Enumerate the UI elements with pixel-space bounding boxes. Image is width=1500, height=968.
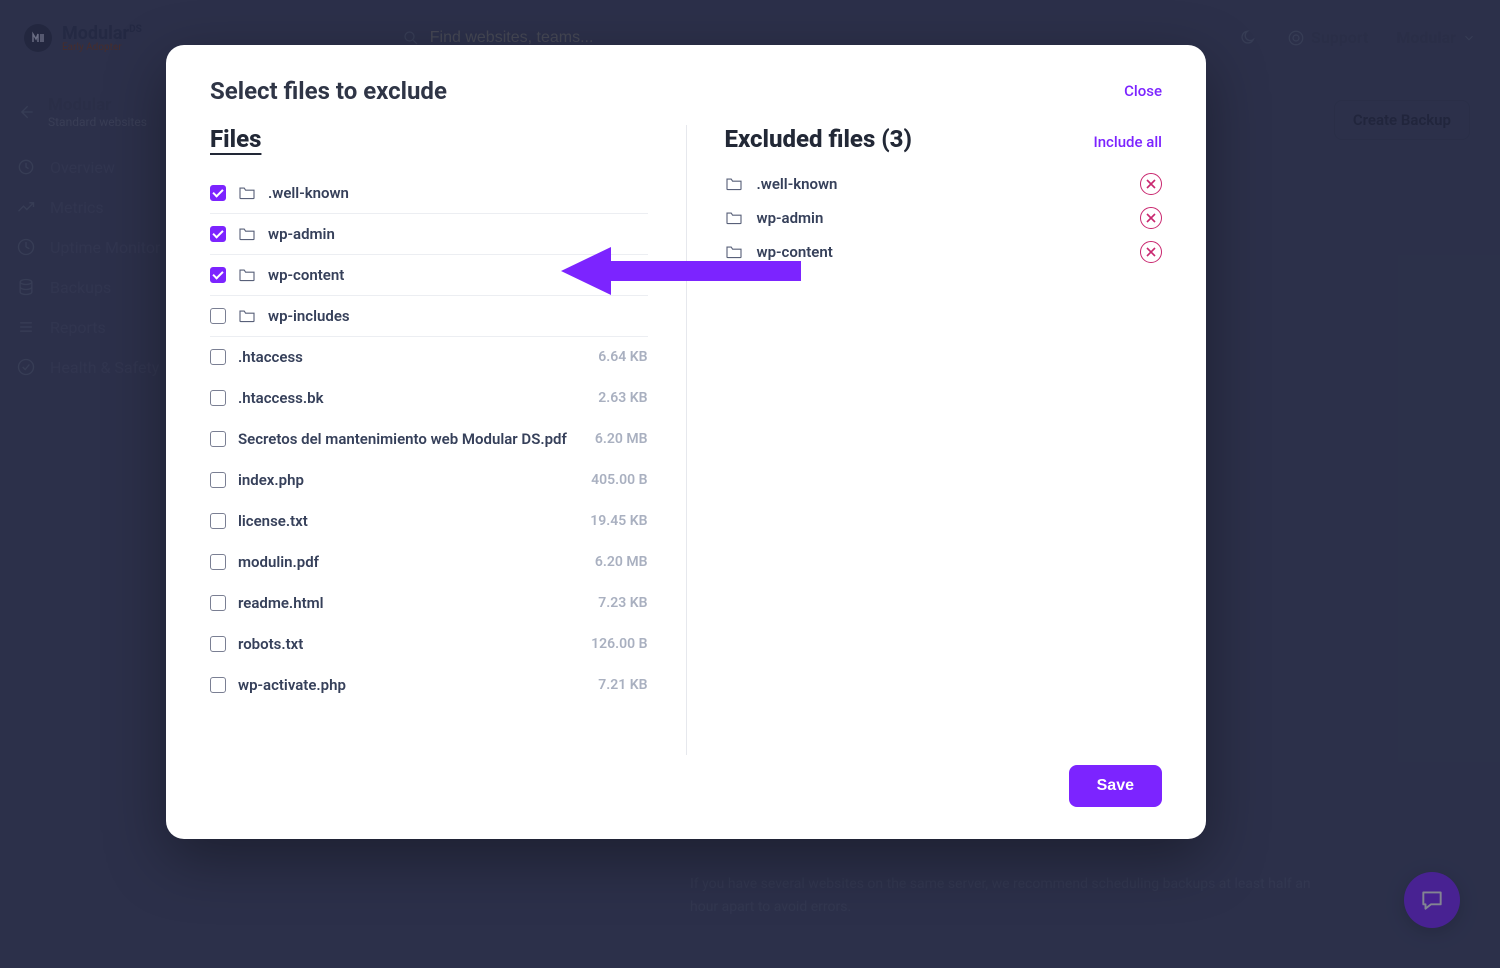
file-size: 19.45 KB — [590, 513, 647, 529]
excluded-name: wp-content — [757, 243, 1127, 261]
file-row[interactable]: readme.html 7.23 KB — [210, 583, 648, 624]
file-name: robots.txt — [238, 635, 579, 653]
file-name: wp-includes — [268, 307, 648, 325]
checkbox[interactable] — [210, 308, 226, 324]
file-size: 7.21 KB — [598, 677, 647, 693]
excluded-heading: Excluded files (3) — [725, 125, 912, 153]
checkbox[interactable] — [210, 390, 226, 406]
folder-icon — [238, 309, 256, 323]
checkbox[interactable] — [210, 513, 226, 529]
excluded-row: wp-admin — [725, 207, 1163, 229]
file-row[interactable]: .htaccess.bk 2.63 KB — [210, 378, 648, 419]
file-row[interactable]: modulin.pdf 6.20 MB — [210, 542, 648, 583]
file-row[interactable]: wp-admin — [210, 214, 648, 255]
file-row[interactable]: .htaccess 6.64 KB — [210, 337, 648, 378]
file-name: .htaccess — [238, 348, 586, 366]
checkbox[interactable] — [210, 554, 226, 570]
file-row[interactable]: wp-includes — [210, 296, 648, 337]
file-size: 2.63 KB — [598, 390, 647, 406]
file-name: wp-content — [268, 266, 648, 284]
file-name: license.txt — [238, 512, 578, 530]
file-name: .htaccess.bk — [238, 389, 586, 407]
checkbox[interactable] — [210, 636, 226, 652]
close-button[interactable]: Close — [1124, 82, 1162, 100]
file-name: wp-admin — [268, 225, 648, 243]
folder-icon — [725, 177, 743, 191]
remove-excluded-button[interactable] — [1140, 207, 1162, 229]
excluded-panel: Excluded files (3) Include all .well-kno… — [687, 125, 1163, 755]
excluded-row: wp-content — [725, 241, 1163, 263]
excluded-name: .well-known — [757, 175, 1127, 193]
file-name: .well-known — [268, 184, 648, 202]
checkbox[interactable] — [210, 226, 226, 242]
file-size: 405.00 B — [591, 472, 647, 488]
file-row[interactable]: index.php 405.00 B — [210, 460, 648, 501]
folder-icon — [238, 227, 256, 241]
file-size: 126.00 B — [591, 636, 647, 652]
checkbox[interactable] — [210, 431, 226, 447]
file-size: 6.64 KB — [598, 349, 647, 365]
file-name: Secretos del mantenimiento web Modular D… — [238, 430, 583, 448]
modal-title: Select files to exclude — [210, 77, 447, 105]
save-button[interactable]: Save — [1069, 765, 1162, 807]
remove-excluded-button[interactable] — [1140, 241, 1162, 263]
folder-icon — [238, 186, 256, 200]
exclude-files-modal: Select files to exclude Close Files .wel… — [166, 45, 1206, 839]
file-row[interactable]: robots.txt 126.00 B — [210, 624, 648, 665]
files-heading: Files — [210, 125, 261, 153]
checkbox[interactable] — [210, 349, 226, 365]
checkbox[interactable] — [210, 472, 226, 488]
checkbox[interactable] — [210, 185, 226, 201]
file-name: wp-activate.php — [238, 676, 586, 694]
file-row[interactable]: Secretos del mantenimiento web Modular D… — [210, 419, 648, 460]
file-size: 7.23 KB — [598, 595, 647, 611]
excluded-row: .well-known — [725, 173, 1163, 195]
files-panel: Files .well-known wp-admin wp-content wp-in… — [210, 125, 687, 755]
file-name: index.php — [238, 471, 579, 489]
file-size: 6.20 MB — [595, 431, 648, 447]
checkbox[interactable] — [210, 267, 226, 283]
checkbox[interactable] — [210, 595, 226, 611]
folder-icon — [725, 245, 743, 259]
file-row[interactable]: .well-known — [210, 173, 648, 214]
file-size: 6.20 MB — [595, 554, 648, 570]
file-name: readme.html — [238, 594, 586, 612]
file-row[interactable]: license.txt 19.45 KB — [210, 501, 648, 542]
checkbox[interactable] — [210, 677, 226, 693]
excluded-name: wp-admin — [757, 209, 1127, 227]
file-name: modulin.pdf — [238, 553, 583, 571]
remove-excluded-button[interactable] — [1140, 173, 1162, 195]
folder-icon — [238, 268, 256, 282]
folder-icon — [725, 211, 743, 225]
include-all-button[interactable]: Include all — [1093, 133, 1162, 151]
file-row[interactable]: wp-activate.php 7.21 KB — [210, 665, 648, 706]
file-row[interactable]: wp-content — [210, 255, 648, 296]
